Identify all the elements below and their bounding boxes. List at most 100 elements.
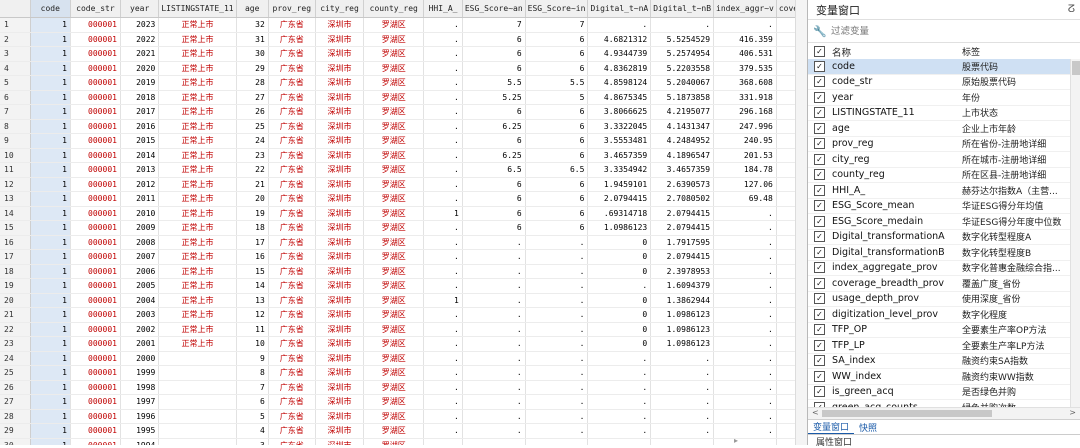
table-cell[interactable]: . (462, 351, 526, 366)
table-cell[interactable]: 2018 (120, 90, 160, 105)
table-cell[interactable]: 6.5 (525, 162, 589, 178)
table-row[interactable]: 14 1 000001 2010 正常上市 19 广东省 深圳市 罗湖区 1 6 6.69314718… (0, 206, 806, 221)
variable-checkbox[interactable]: ✓ (814, 76, 825, 88)
table-cell[interactable]: 3.8066625 (587, 104, 652, 120)
table-cell[interactable]: 6 (525, 133, 589, 149)
table-cell[interactable]: .69314718 (587, 206, 652, 221)
tab-variables[interactable]: 变量窗口 (808, 419, 855, 435)
table-cell[interactable]: 1 (30, 191, 71, 207)
table-cell[interactable]: . (423, 322, 463, 337)
variable-checkbox[interactable]: ✓ (814, 277, 825, 289)
table-cell[interactable]: 15 (236, 264, 269, 279)
column-header[interactable]: year (120, 0, 160, 18)
table-cell[interactable]: 罗湖区 (363, 322, 425, 337)
table-cell[interactable]: 深圳市 (315, 133, 365, 149)
table-cell[interactable]: 正常上市 (158, 220, 237, 236)
table-cell[interactable]: 000001 (70, 293, 121, 308)
variable-row[interactable]: ✓green_acq_counts绿色并购次数 (808, 400, 1070, 407)
table-cell[interactable]: 深圳市 (315, 148, 365, 163)
column-header[interactable]: code_str (70, 0, 121, 18)
table-cell[interactable]: 6 (462, 133, 526, 149)
table-cell[interactable]: 3.5553481 (587, 133, 652, 149)
table-cell[interactable]: 广东省 (268, 264, 316, 279)
table-cell[interactable]: 深圳市 (315, 307, 365, 323)
table-cell[interactable]: 罗湖区 (363, 32, 425, 47)
table-row[interactable]: 6 1 000001 2018 正常上市 27 广东省 深圳市 罗湖区. 5.25 5 4.86753… (0, 90, 806, 105)
table-cell[interactable]: . (462, 264, 526, 279)
table-row[interactable]: 18 1 000001 2006 正常上市 15 广东省 深圳市 罗湖区... 0 2.397895… (0, 264, 806, 279)
table-cell[interactable]: 罗湖区 (363, 409, 425, 424)
name-column-header[interactable]: 名称 (830, 45, 962, 59)
variable-row[interactable]: ✓ usage_depth_prov 使用深度_省份 (808, 292, 1070, 307)
table-cell[interactable]: 2.0794415 (587, 191, 652, 207)
variable-row[interactable]: ✓ ESG_Score_medain 华证ESG得分年度中位数 (808, 214, 1070, 230)
table-row[interactable]: 21 1 000001 2003 正常上市 12 广东省 深圳市 罗湖区... 0 1.098612… (0, 307, 806, 323)
table-cell[interactable]: 深圳市 (315, 409, 365, 424)
table-cell[interactable]: 深圳市 (315, 32, 365, 47)
table-cell[interactable]: 4.2484952 (650, 133, 715, 149)
table-cell[interactable]: . (423, 220, 463, 236)
table-cell[interactable]: 正常上市 (158, 32, 237, 47)
table-cell[interactable]: 000001 (70, 307, 121, 323)
table-cell[interactable]: 1 (30, 220, 71, 236)
table-cell[interactable]: . (462, 394, 526, 410)
table-cell[interactable]: 2000 (120, 351, 160, 366)
table-cell[interactable]: 247.996 (713, 119, 777, 134)
table-cell[interactable]: . (587, 17, 652, 33)
table-cell[interactable]: 2003 (120, 307, 160, 323)
table-cell[interactable]: . (423, 409, 463, 424)
table-cell[interactable]: 2019 (120, 75, 160, 91)
table-cell[interactable]: 广东省 (268, 133, 316, 149)
table-cell[interactable]: 1 (30, 336, 71, 352)
table-cell[interactable]: 罗湖区 (363, 307, 425, 323)
table-cell[interactable]: 1 (30, 75, 71, 91)
table-cell[interactable]: 2023 (120, 17, 160, 33)
table-cell[interactable]: 2021 (120, 46, 160, 62)
variable-checkbox[interactable]: ✓ (814, 107, 825, 119)
table-cell[interactable]: 罗湖区 (363, 133, 425, 149)
table-cell[interactable]: . (462, 365, 526, 381)
table-cell[interactable]: 罗湖区 (363, 162, 425, 178)
table-cell[interactable]: 0 (587, 264, 652, 279)
table-cell[interactable]: . (587, 351, 652, 366)
table-cell[interactable] (158, 351, 237, 366)
table-cell[interactable]: 5.2040067 (650, 75, 715, 91)
table-cell[interactable]: 深圳市 (315, 206, 365, 221)
column-header[interactable]: Digital_t~nA (587, 0, 652, 18)
table-row[interactable]: 27 1 000001 1997 6 广东省 深圳市 罗湖区...... (0, 394, 806, 410)
table-cell[interactable]: . (525, 264, 589, 279)
table-cell[interactable]: 1 (30, 32, 71, 47)
variables-horizontal-scrollbar[interactable]: < > (808, 407, 1080, 419)
table-cell[interactable]: . (462, 380, 526, 395)
table-cell[interactable]: 1994 (120, 438, 160, 445)
variable-row[interactable]: ✓ LISTINGSTATE_11 上市状态 (808, 106, 1070, 121)
table-row[interactable]: 3010000011994 3广东省深圳市罗湖区...... (0, 438, 806, 445)
table-cell[interactable]: 4.1431347 (650, 119, 715, 134)
table-cell[interactable]: 2008 (120, 235, 160, 250)
table-cell[interactable]: . (713, 336, 777, 352)
table-cell[interactable]: 2007 (120, 249, 160, 265)
table-cell[interactable]: . (423, 61, 463, 76)
table-cell[interactable]: . (423, 235, 463, 250)
table-cell[interactable]: . (587, 438, 652, 445)
select-all-checkbox[interactable]: ✓ (814, 46, 825, 57)
table-cell[interactable]: 7 (236, 380, 269, 395)
table-cell[interactable]: 1 (30, 46, 71, 62)
table-cell[interactable]: 5 (236, 409, 269, 424)
table-cell[interactable]: 罗湖区 (363, 278, 425, 294)
table-cell[interactable]: 广东省 (268, 104, 316, 120)
table-cell[interactable]: . (525, 336, 589, 352)
variable-row[interactable]: ✓ code 股票代码 (808, 59, 1070, 75)
table-cell[interactable]: 24 (236, 133, 269, 149)
table-cell[interactable]: 28 (236, 75, 269, 91)
table-cell[interactable]: 6 (525, 177, 589, 192)
table-cell[interactable]: 6 (525, 46, 589, 62)
table-cell[interactable]: . (713, 365, 777, 381)
column-header[interactable]: code (30, 0, 71, 18)
table-cell[interactable]: 广东省 (268, 351, 316, 366)
table-cell[interactable]: 6 (525, 61, 589, 76)
table-row[interactable]: 28 1 000001 1996 5 广东省 深圳市 罗湖区...... (0, 409, 806, 424)
table-cell[interactable]: 4.1896547 (650, 148, 715, 163)
column-header[interactable]: prov_reg (268, 0, 316, 18)
table-cell[interactable]: 广东省 (268, 46, 316, 62)
